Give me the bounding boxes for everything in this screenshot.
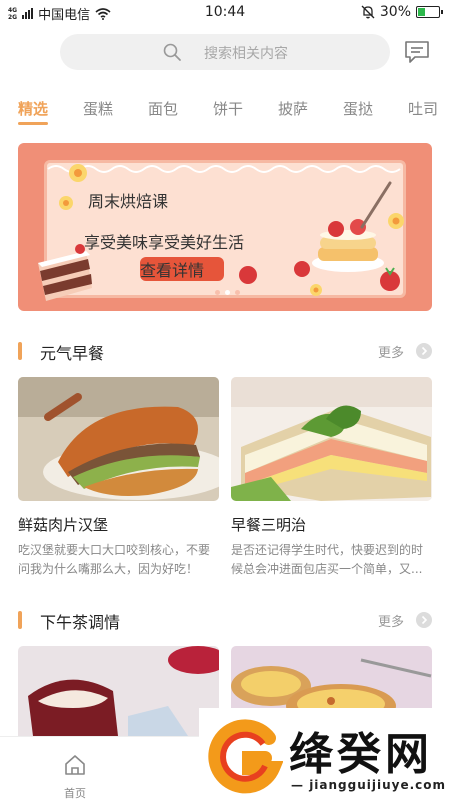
message-icon[interactable] — [403, 38, 431, 66]
chevron-right-icon[interactable] — [416, 612, 432, 628]
tab-label: 披萨 — [278, 100, 309, 118]
carousel-dot — [235, 290, 240, 295]
battery-percent: 30% — [379, 4, 411, 20]
watermark-text: 绛癸网 — [289, 729, 433, 780]
battery-fill — [418, 8, 425, 16]
watermark-url: — jiangguijiuye.com — — [291, 778, 447, 792]
section-title: 下午茶调情 — [40, 613, 121, 632]
carousel-dot-active — [225, 290, 230, 295]
tab-label: 蛋糕 — [83, 100, 114, 118]
banner-illustration — [38, 164, 404, 301]
tab-featured[interactable]: 精选 — [18, 98, 49, 125]
recipe-description-line: 吃汉堡就要大口大口咬到核心，不要 — [18, 543, 211, 557]
tab-label: 蛋挞 — [343, 100, 374, 118]
recipe-card[interactable]: 早餐三明治 是否还记得学生时代，快要迟到的时 候总会冲进面包店买一个简单，又..… — [231, 377, 432, 577]
tab-egg-tart[interactable]: 蛋挞 — [343, 98, 373, 119]
category-tabs: 精选 蛋糕 面包 饼干 披萨 蛋挞 吐司 — [0, 98, 450, 128]
active-tab-indicator — [18, 122, 49, 125]
battery-icon — [416, 6, 443, 18]
tab-cake[interactable]: 蛋糕 — [83, 98, 113, 119]
burger-image — [18, 377, 219, 501]
tab-label: 饼干 — [213, 100, 244, 118]
search-icon — [163, 43, 181, 61]
recipe-description: 吃汉堡就要大口大口咬到核心，不要 问我为什么嘴那么大，因为好吃！ — [18, 541, 223, 579]
chevron-right-icon[interactable] — [416, 343, 432, 359]
home-icon — [65, 755, 85, 775]
recipe-description-line: 候总会冲进面包店买一个简单，又... — [231, 562, 423, 576]
promo-banner[interactable] — [18, 143, 432, 311]
watermark-logo-icon — [208, 719, 283, 794]
section-title: 元气早餐 — [40, 344, 105, 363]
section-header-afternoon-tea: 下午茶调情 更多 — [18, 609, 432, 632]
status-bar: 4G 2G 中国电信 10:44 30% — [0, 0, 450, 26]
carousel-dots — [215, 290, 240, 295]
carousel-dot — [215, 290, 220, 295]
tab-label: 吐司 — [408, 100, 439, 118]
tab-pizza[interactable]: 披萨 — [278, 98, 308, 119]
nav-home-label: 首页 — [64, 787, 86, 800]
status-right: 30% — [361, 4, 443, 20]
sandwich-image — [231, 377, 432, 501]
tab-bread[interactable]: 面包 — [148, 98, 178, 119]
tab-label: 面包 — [148, 100, 179, 118]
cupcake-image — [18, 646, 219, 736]
search-placeholder: 搜索相关内容 — [204, 46, 288, 62]
recipe-card[interactable] — [18, 646, 219, 736]
search-bar[interactable]: 搜索相关内容 — [60, 34, 390, 70]
more-link[interactable]: 更多 — [378, 611, 404, 630]
banner-cta-button[interactable]: 查看详情 — [140, 257, 224, 281]
tab-cookies[interactable]: 饼干 — [213, 98, 243, 119]
nav-home[interactable]: 首页 — [50, 745, 100, 800]
recipe-card[interactable]: 鲜菇肉片汉堡 吃汉堡就要大口大口咬到核心，不要 问我为什么嘴那么大，因为好吃！ — [18, 377, 219, 577]
recipe-name: 早餐三明治 — [231, 516, 307, 534]
watermark-url-text: jiangguijiuye.com — [309, 778, 447, 792]
recipe-description-line: 问我为什么嘴那么大，因为好吃！ — [18, 562, 199, 576]
section-header-breakfast: 元气早餐 更多 — [18, 340, 432, 363]
recipe-description: 是否还记得学生时代，快要迟到的时 候总会冲进面包店买一个简单，又... — [231, 541, 436, 579]
banner-title: 周末烘焙课 — [88, 192, 169, 211]
section-marker — [18, 342, 22, 360]
recipe-description-line: 是否还记得学生时代，快要迟到的时 — [231, 543, 424, 557]
tab-toast[interactable]: 吐司 — [408, 98, 438, 119]
more-link[interactable]: 更多 — [378, 342, 404, 361]
tab-label: 精选 — [18, 100, 49, 118]
banner-subtitle: 享受美味享受美好生活 — [84, 233, 245, 252]
watermark-logo: 绛癸网 — jiangguijiuye.com — — [199, 708, 450, 800]
recipe-name: 鲜菇肉片汉堡 — [18, 516, 109, 534]
mute-bell-icon — [361, 5, 375, 19]
section-marker — [18, 611, 22, 629]
